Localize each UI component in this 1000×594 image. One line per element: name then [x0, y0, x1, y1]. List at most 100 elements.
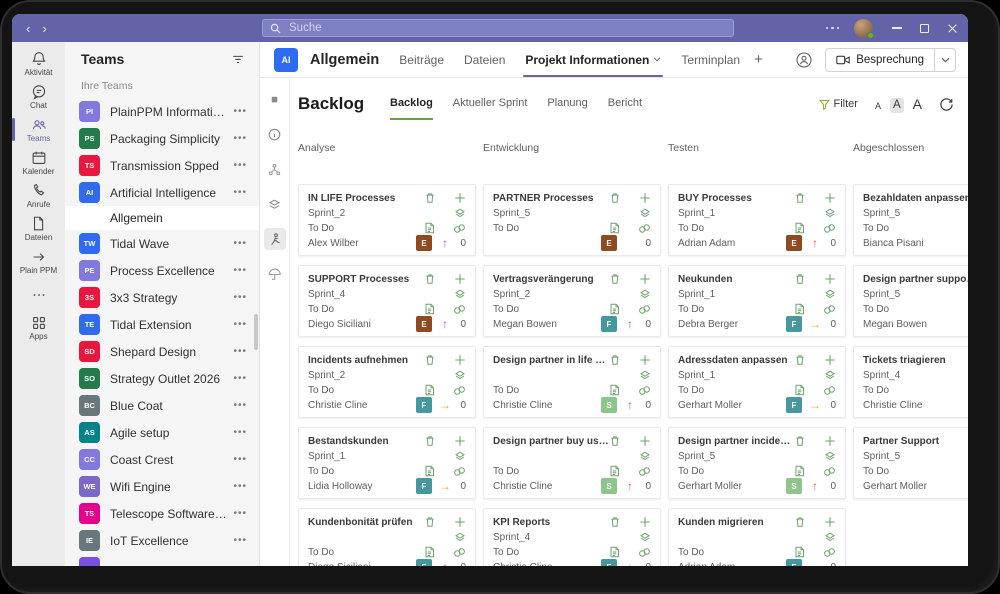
backlog-card[interactable]: Design partner buy user stories To Do Ch… — [483, 427, 661, 499]
rail-item-anrufe[interactable]: Anrufe — [12, 179, 65, 212]
add-icon[interactable] — [824, 192, 836, 204]
meeting-button[interactable]: Besprechung — [825, 48, 934, 72]
document-icon[interactable] — [424, 546, 435, 558]
team-item[interactable]: SDShepard Design••• — [65, 338, 259, 365]
backlog-card[interactable]: SUPPORT Processes Sprint_4 To Do Diego S… — [298, 265, 476, 337]
add-icon[interactable] — [824, 354, 836, 366]
backlog-stack-icon[interactable] — [639, 369, 651, 381]
link-icon[interactable] — [453, 466, 466, 477]
team-more-icon[interactable]: ••• — [229, 238, 247, 249]
backlog-stack-icon[interactable] — [824, 369, 836, 381]
team-more-icon[interactable]: ••• — [229, 400, 247, 411]
backlog-stack-icon[interactable] — [454, 531, 466, 543]
backlog-stack-icon[interactable] — [639, 207, 651, 219]
document-icon[interactable] — [609, 303, 620, 315]
back-icon[interactable]: ‹ — [26, 22, 30, 35]
delete-icon[interactable] — [794, 273, 806, 285]
channel-tab[interactable]: Beiträge — [399, 42, 444, 77]
layers-icon[interactable] — [264, 193, 286, 215]
backlog-card[interactable]: PARTNER Processes Sprint_5 To Do E — [483, 184, 661, 256]
add-icon[interactable] — [454, 354, 466, 366]
team-more-icon[interactable]: ••• — [229, 454, 247, 465]
team-item[interactable]: BCBlue Coat••• — [65, 392, 259, 419]
team-item[interactable]: AIArtificial Intelligence••• — [65, 179, 259, 206]
backlog-card[interactable]: Adressdaten anpassen Sprint_1 To Do Gerh… — [668, 346, 846, 418]
link-icon[interactable] — [638, 223, 651, 234]
document-icon[interactable] — [794, 303, 805, 315]
square-icon[interactable] — [264, 88, 286, 110]
add-icon[interactable] — [639, 435, 651, 447]
backlog-card[interactable]: Vertragsverängerung Sprint_2 To Do Megan… — [483, 265, 661, 337]
delete-icon[interactable] — [424, 354, 436, 366]
delete-icon[interactable] — [609, 516, 621, 528]
backlog-stack-icon[interactable] — [639, 531, 651, 543]
link-icon[interactable] — [453, 547, 466, 558]
backlog-tab[interactable]: Backlog — [390, 97, 433, 111]
team-more-icon[interactable]: ••• — [229, 346, 247, 357]
delete-icon[interactable] — [794, 192, 806, 204]
link-icon[interactable] — [823, 385, 836, 396]
channel-tab[interactable]: Projekt Informationen — [525, 42, 661, 77]
backlog-card[interactable]: Tickets triagieren Sprint_4 To Do Christ… — [853, 346, 968, 418]
rail-item-plain-ppm[interactable]: Plain PPM — [12, 245, 65, 278]
link-icon[interactable] — [823, 223, 836, 234]
team-more-icon[interactable]: ••• — [229, 106, 247, 117]
add-icon[interactable] — [824, 435, 836, 447]
link-icon[interactable] — [453, 385, 466, 396]
delete-icon[interactable] — [424, 192, 436, 204]
backlog-stack-icon[interactable] — [824, 288, 836, 300]
document-icon[interactable] — [794, 384, 805, 396]
team-item[interactable]: ASAgile setup••• — [65, 419, 259, 446]
search-input[interactable] — [287, 21, 726, 35]
backlog-card[interactable]: IN LIFE Processes Sprint_2 To Do Alex Wi… — [298, 184, 476, 256]
team-item[interactable]: PIPlainPPM Informationen••• — [65, 98, 259, 125]
document-icon[interactable] — [609, 465, 620, 477]
delete-icon[interactable] — [424, 516, 436, 528]
link-icon[interactable] — [638, 547, 651, 558]
delete-icon[interactable] — [609, 354, 621, 366]
add-tab-icon[interactable]: + — [754, 51, 763, 68]
delete-icon[interactable] — [424, 435, 436, 447]
link-icon[interactable] — [823, 304, 836, 315]
add-icon[interactable] — [639, 273, 651, 285]
team-more-icon[interactable]: ••• — [229, 481, 247, 492]
team-more-icon[interactable]: ••• — [229, 535, 247, 546]
backlog-card[interactable]: BUY Processes Sprint_1 To Do Adrian Adam… — [668, 184, 846, 256]
info-icon[interactable] — [264, 123, 286, 145]
team-more-icon[interactable]: ••• — [229, 319, 247, 330]
agile-runner-icon[interactable] — [264, 228, 286, 250]
rail-item-more[interactable] — [12, 278, 65, 311]
link-icon[interactable] — [823, 466, 836, 477]
document-icon[interactable] — [794, 465, 805, 477]
add-icon[interactable] — [639, 192, 651, 204]
team-more-icon[interactable]: ••• — [229, 427, 247, 438]
backlog-card[interactable]: Kunden migrieren To Do Adrian Adam F → — [668, 508, 846, 566]
team-more-icon[interactable]: ••• — [229, 133, 247, 144]
backlog-stack-icon[interactable] — [639, 288, 651, 300]
add-icon[interactable] — [824, 516, 836, 528]
add-icon[interactable] — [639, 516, 651, 528]
document-icon[interactable] — [794, 546, 805, 558]
delete-icon[interactable] — [794, 435, 806, 447]
team-item[interactable] — [65, 554, 259, 566]
backlog-tab[interactable]: Aktueller Sprint — [453, 97, 528, 111]
backlog-stack-icon[interactable] — [824, 531, 836, 543]
backlog-stack-icon[interactable] — [639, 450, 651, 462]
delete-icon[interactable] — [794, 516, 806, 528]
backlog-card[interactable]: Partner Support Sprint_5 To Do Gerhart M… — [853, 427, 968, 499]
channel-tab[interactable]: Terminplan — [681, 42, 740, 77]
link-icon[interactable] — [453, 223, 466, 234]
link-icon[interactable] — [823, 547, 836, 558]
team-more-icon[interactable]: ••• — [229, 265, 247, 276]
team-more-icon[interactable]: ••• — [229, 292, 247, 303]
backlog-card[interactable]: Bezahldaten anpassen Sprint_5 To Do Bian… — [853, 184, 968, 256]
team-item[interactable]: PSPackaging Simplicity••• — [65, 125, 259, 152]
rail-item-aktivität[interactable]: Aktivität — [12, 47, 65, 80]
team-item[interactable]: TETidal Extension••• — [65, 311, 259, 338]
backlog-card[interactable]: KPI Reports Sprint_4 To Do Christie Clin… — [483, 508, 661, 566]
font-medium-button[interactable]: A — [890, 98, 904, 114]
delete-icon[interactable] — [609, 192, 621, 204]
team-more-icon[interactable]: ••• — [229, 160, 247, 171]
add-icon[interactable] — [454, 192, 466, 204]
backlog-card[interactable]: Bestandskunden Sprint_1 To Do Lidia Holl… — [298, 427, 476, 499]
